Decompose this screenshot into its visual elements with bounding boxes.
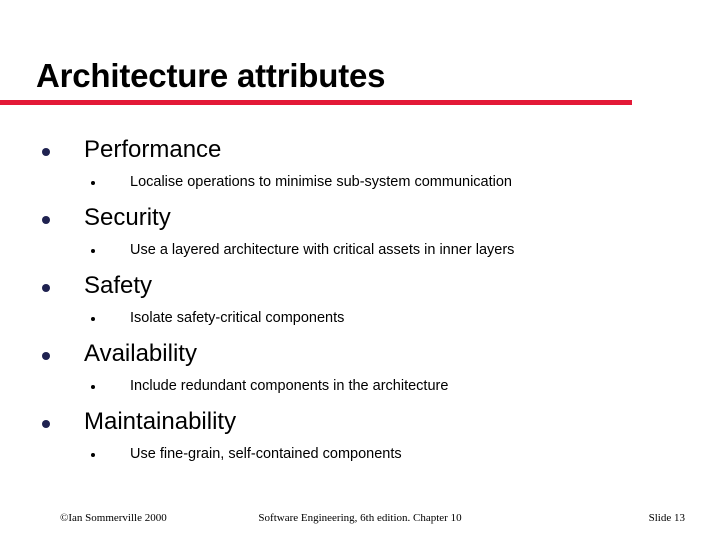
list-item: Include redundant components in the arch… xyxy=(0,374,720,406)
bullet-dot-icon xyxy=(42,420,50,428)
attribute-detail-maintainability: Use fine-grain, self-contained component… xyxy=(130,446,402,462)
attribute-detail-safety: Isolate safety-critical components xyxy=(130,310,345,326)
page-title: Architecture attributes xyxy=(36,57,386,94)
list-item: Maintainability xyxy=(0,406,720,442)
bullet-dot-icon xyxy=(42,284,50,292)
list-item: Isolate safety-critical components xyxy=(0,306,720,338)
list-item: Use a layered architecture with critical… xyxy=(0,238,720,270)
list-item: Availability xyxy=(0,338,720,374)
sub-bullet-dot-icon xyxy=(91,249,95,253)
attribute-group-performance: Performance Localise operations to minim… xyxy=(0,134,720,202)
bullet-dot-icon xyxy=(42,352,50,360)
sub-bullet-dot-icon xyxy=(91,181,95,185)
presentation-slide: Architecture attributes Performance Loca… xyxy=(0,0,720,540)
attribute-group-availability: Availability Include redundant component… xyxy=(0,338,720,406)
title-underline-rule xyxy=(0,100,632,105)
list-item: Localise operations to minimise sub-syst… xyxy=(0,170,720,202)
footer-book-reference: Software Engineering, 6th edition. Chapt… xyxy=(258,512,462,524)
list-item: Performance xyxy=(0,134,720,170)
sub-bullet-dot-icon xyxy=(91,385,95,389)
attribute-name-performance: Performance xyxy=(84,136,222,163)
list-item: Use fine-grain, self-contained component… xyxy=(0,442,720,474)
bullet-dot-icon xyxy=(42,148,50,156)
attributes-bullet-list: Performance Localise operations to minim… xyxy=(0,134,720,474)
attribute-name-security: Security xyxy=(84,204,171,231)
attribute-name-availability: Availability xyxy=(84,340,197,367)
attribute-group-security: Security Use a layered architecture with… xyxy=(0,202,720,270)
attribute-detail-security: Use a layered architecture with critical… xyxy=(130,242,515,258)
slide-footer: ©Ian Sommerville 2000 Software Engineeri… xyxy=(0,512,720,532)
bullet-dot-icon xyxy=(42,216,50,224)
attribute-detail-availability: Include redundant components in the arch… xyxy=(130,378,449,394)
attribute-group-safety: Safety Isolate safety-critical component… xyxy=(0,270,720,338)
attribute-name-maintainability: Maintainability xyxy=(84,408,237,435)
sub-bullet-dot-icon xyxy=(91,453,95,457)
attribute-name-safety: Safety xyxy=(84,272,153,299)
footer-slide-number: Slide 13 xyxy=(648,512,685,524)
sub-bullet-dot-icon xyxy=(91,317,95,321)
list-item: Safety xyxy=(0,270,720,306)
footer-copyright: ©Ian Sommerville 2000 xyxy=(60,512,167,524)
attribute-group-maintainability: Maintainability Use fine-grain, self-con… xyxy=(0,406,720,474)
list-item: Security xyxy=(0,202,720,238)
attribute-detail-performance: Localise operations to minimise sub-syst… xyxy=(130,174,512,190)
